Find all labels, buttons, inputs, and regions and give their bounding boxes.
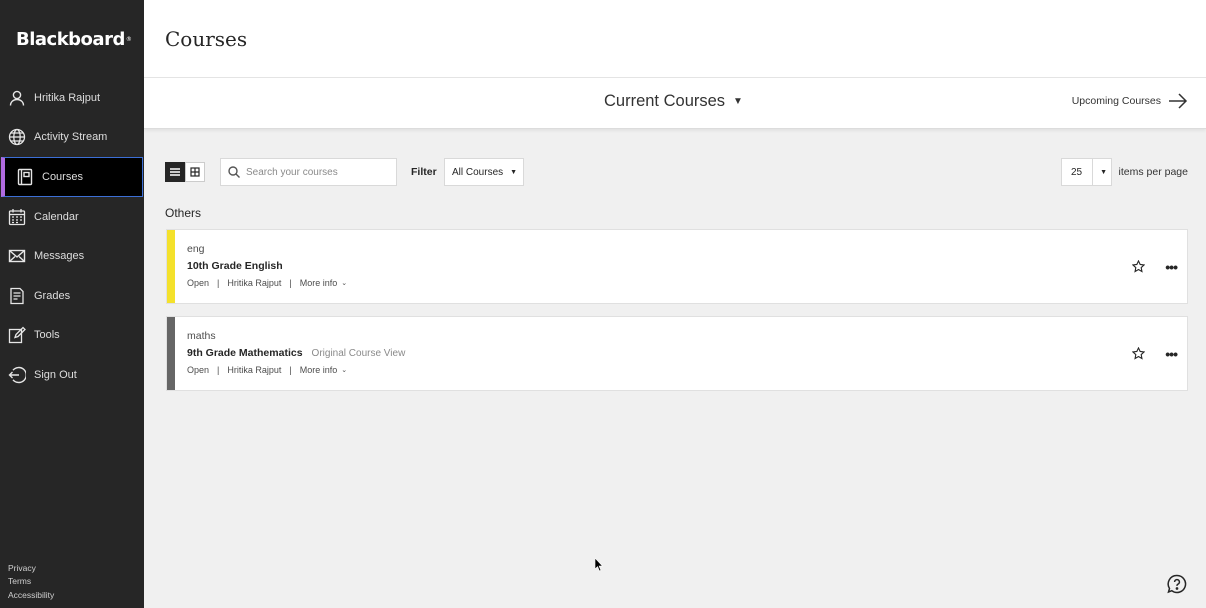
course-view-label: Original Course View — [311, 348, 406, 359]
section-heading: Others — [165, 206, 202, 220]
more-options-button[interactable]: ••• — [1165, 260, 1178, 274]
page-title: Courses — [165, 26, 248, 51]
course-status: Open — [187, 278, 210, 288]
sidebar-item-activity-stream[interactable]: Activity Stream — [0, 118, 144, 158]
chevron-down-icon: ⌄ — [341, 280, 348, 287]
globe-icon — [8, 128, 26, 146]
grid-view-button[interactable] — [185, 162, 205, 182]
accessibility-link[interactable]: Accessibility — [8, 589, 54, 603]
chevron-down-icon: ⌄ — [341, 367, 348, 374]
course-actions: ••• — [1132, 347, 1178, 361]
course-meta: Open | Hritika Rajput | More info ⌄ — [187, 278, 348, 288]
sidebar-item-tools[interactable]: Tools — [0, 316, 144, 356]
help-button[interactable] — [1167, 574, 1187, 594]
help-icon — [1167, 574, 1187, 594]
course-instructor: Hritika Rajput — [227, 278, 282, 288]
star-icon — [1132, 260, 1146, 273]
course-code: maths — [187, 330, 216, 342]
course-status: Open — [187, 365, 210, 375]
per-page-label: items per page — [1118, 166, 1188, 178]
filter-value: All Courses — [452, 166, 504, 178]
items-per-page-select[interactable]: 25 ▼ — [1061, 158, 1112, 186]
caret-down-icon: ▼ — [510, 168, 518, 176]
more-options-button[interactable]: ••• — [1165, 347, 1178, 361]
course-card-body: maths 9th Grade Mathematics Original Cou… — [175, 317, 1187, 390]
list-view-button[interactable] — [165, 162, 185, 182]
app-window: Blackboard ® Hritika Rajput Activity Str… — [0, 0, 1206, 608]
star-icon — [1132, 347, 1146, 360]
blackboard-logo[interactable]: Blackboard ® — [0, 0, 144, 78]
arrow-right-icon — [1169, 93, 1188, 109]
favorite-star-button[interactable] — [1132, 260, 1146, 273]
privacy-link[interactable]: Privacy — [8, 562, 54, 576]
sidebar-item-label: Messages — [34, 250, 85, 263]
sign-out-icon — [8, 366, 26, 384]
search-courses-field[interactable] — [220, 158, 397, 186]
sidebar: Blackboard ® Hritika Rajput Activity Str… — [0, 0, 144, 608]
sidebar-item-sign-out[interactable]: Sign Out — [0, 355, 144, 395]
course-name-link[interactable]: 9th Grade Mathematics — [187, 347, 303, 359]
search-icon — [228, 166, 240, 178]
main-content: Courses Current Courses ▼ Upcoming Cours… — [144, 0, 1206, 608]
caret-down-icon: ▼ — [733, 96, 743, 107]
sidebar-item-calendar[interactable]: Calendar — [0, 197, 144, 237]
calendar-icon — [8, 208, 26, 226]
search-input[interactable] — [246, 166, 386, 178]
sidebar-item-profile[interactable]: Hritika Rajput — [0, 78, 144, 118]
upcoming-courses-label: Upcoming Courses — [1071, 95, 1161, 107]
current-courses-label: Current Courses — [604, 92, 726, 110]
user-icon — [8, 89, 26, 107]
current-courses-dropdown[interactable]: Current Courses ▼ — [604, 92, 743, 111]
upcoming-courses-link[interactable]: Upcoming Courses — [1072, 93, 1188, 109]
sidebar-item-messages[interactable]: Messages — [0, 236, 144, 276]
view-toggle — [165, 162, 205, 182]
course-card: maths 9th Grade Mathematics Original Cou… — [166, 316, 1188, 391]
sidebar-item-label: Activity Stream — [34, 131, 108, 144]
filter-label: Filter — [411, 166, 437, 178]
courses-icon — [16, 168, 34, 186]
more-info-toggle[interactable]: More info ⌄ — [300, 365, 347, 375]
sidebar-item-label: Sign Out — [34, 368, 77, 381]
logo-text: Blackboard — [16, 28, 125, 50]
grid-icon — [190, 167, 200, 177]
course-name-link[interactable]: 10th Grade English — [187, 260, 283, 272]
per-page-value: 25 — [1071, 166, 1083, 178]
tools-icon — [8, 326, 26, 344]
legal-links: Privacy Terms Accessibility — [8, 562, 54, 603]
course-instructor: Hritika Rajput — [227, 365, 282, 375]
sidebar-nav: Hritika Rajput Activity Stream Courses C… — [0, 78, 144, 395]
course-color-stripe — [167, 230, 175, 303]
course-card: eng 10th Grade English Open | Hritika Ra… — [166, 229, 1188, 304]
more-info-toggle[interactable]: More info ⌄ — [300, 278, 347, 288]
course-meta: Open | Hritika Rajput | More info ⌄ — [187, 365, 348, 375]
list-icon — [170, 168, 180, 176]
filter-dropdown[interactable]: All Courses ▼ — [444, 158, 524, 186]
sidebar-item-grades[interactable]: Grades — [0, 276, 144, 316]
sidebar-item-label: Hritika Rajput — [34, 91, 101, 104]
page-header: Courses — [144, 0, 1206, 78]
course-actions: ••• — [1132, 260, 1178, 274]
envelope-icon — [8, 247, 26, 265]
course-color-stripe — [167, 317, 175, 390]
sidebar-item-label: Courses — [42, 170, 83, 183]
mouse-cursor-icon — [595, 558, 603, 572]
course-code: eng — [187, 243, 205, 255]
sidebar-item-label: Grades — [34, 289, 71, 302]
sidebar-item-courses[interactable]: Courses — [1, 157, 143, 197]
terms-link[interactable]: Terms — [8, 575, 54, 589]
sidebar-item-label: Tools — [34, 329, 60, 342]
favorite-star-button[interactable] — [1132, 347, 1146, 360]
sidebar-item-label: Calendar — [34, 210, 79, 223]
caret-down-icon: ▼ — [1100, 168, 1108, 176]
course-card-body: eng 10th Grade English Open | Hritika Ra… — [175, 230, 1187, 303]
courses-term-bar: Current Courses ▼ Upcoming Courses — [144, 78, 1206, 129]
grades-icon — [8, 287, 26, 305]
course-toolbar: Filter All Courses ▼ 25 ▼ items per page — [165, 158, 1188, 186]
